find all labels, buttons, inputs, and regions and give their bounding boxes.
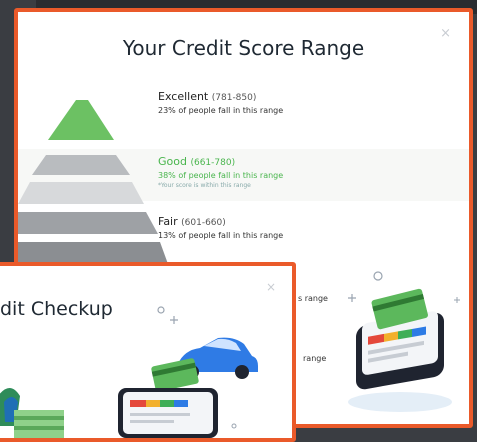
pyramid-tier-good-lower	[18, 182, 144, 204]
pyramid-tier-fair	[18, 212, 158, 234]
credit-checkup-illustration	[0, 306, 258, 438]
modal-title: Your Credit Score Range	[122, 36, 365, 60]
range-percentage: 13% of people fall in this range	[158, 231, 284, 240]
range-row-fair: Fair (601-660) 13% of people fall in thi…	[158, 215, 283, 240]
range-row-good: Good (661-780) 38% of people fall in thi…	[158, 155, 283, 189]
range-percentage: 38% of people fall in this range	[158, 171, 284, 180]
range-values: (661-780)	[190, 158, 236, 168]
phone-card-illustration	[348, 271, 460, 412]
range-row-excellent: Excellent (781-850) 23% of people fall i…	[158, 90, 283, 115]
obscured-range-text: s range	[298, 294, 328, 303]
range-values: (601-660)	[181, 218, 226, 228]
close-icon[interactable]: ×	[266, 280, 276, 294]
obscured-range-text: range	[303, 354, 327, 363]
range-percentage: 23% of people fall in this range	[158, 106, 284, 115]
credit-checkup-modal: × dit Checkup	[0, 262, 296, 442]
range-name: Good	[158, 155, 187, 168]
range-name: Fair	[158, 215, 178, 228]
pyramid-tier-fair-lower	[18, 242, 168, 264]
pyramid-tier-good	[32, 155, 130, 175]
pyramid-tier-excellent	[48, 100, 114, 140]
range-values: (781-850)	[211, 93, 257, 103]
your-score-note: *Your score is within this range	[158, 182, 251, 189]
range-name: Excellent	[158, 90, 209, 103]
